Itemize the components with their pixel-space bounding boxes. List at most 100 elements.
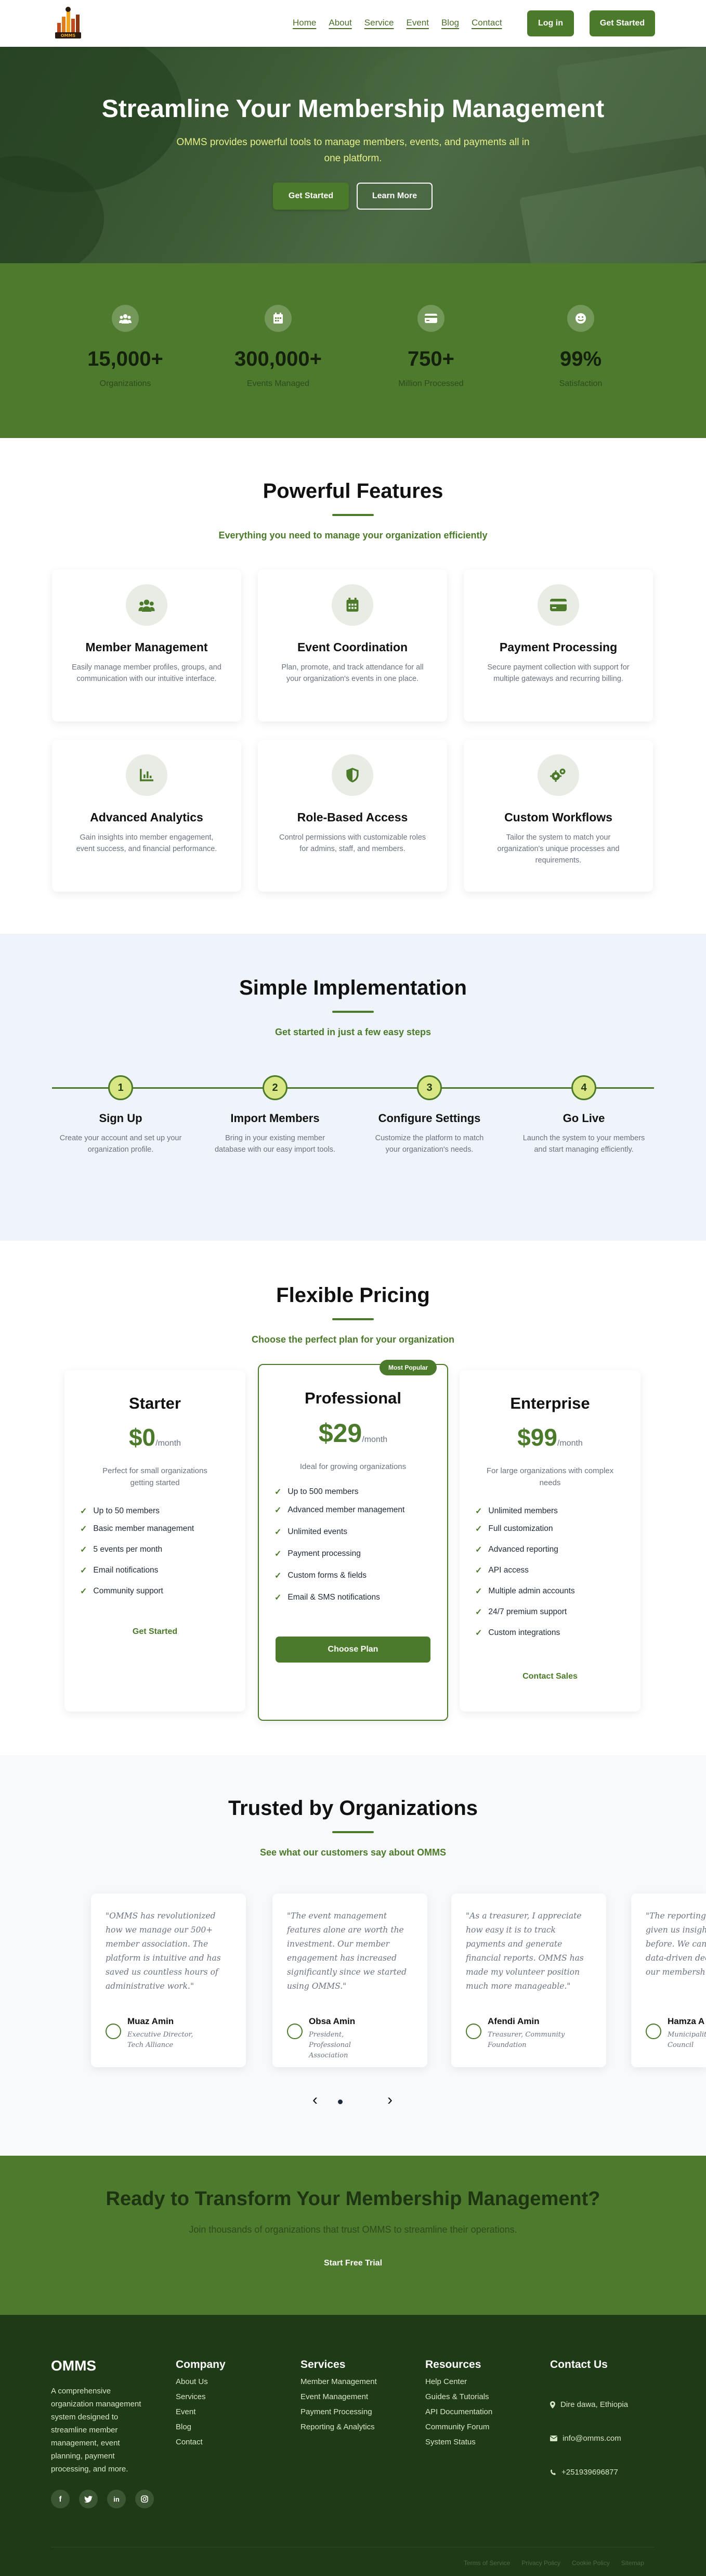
- step-1: 1 Sign Up Create your account and set up…: [58, 1075, 183, 1155]
- testimonial-card: "The event management features alone are…: [272, 1894, 427, 2067]
- login-button[interactable]: Log in: [527, 10, 574, 36]
- plan-name: Professional: [304, 1389, 402, 1407]
- step-title: Import Members: [230, 1112, 320, 1125]
- cookie-link[interactable]: Cookie Policy: [572, 2559, 610, 2567]
- cta-section: Ready to Transform Your Membership Manag…: [0, 2156, 706, 2315]
- plan-starter-button[interactable]: Get Started: [64, 1627, 245, 1637]
- step-title: Sign Up: [99, 1112, 142, 1125]
- facebook-icon[interactable]: f: [51, 2490, 70, 2508]
- calendar-icon: [265, 305, 292, 332]
- step-desc: Bring in your existing member database w…: [214, 1134, 336, 1154]
- sitemap-link[interactable]: Sitemap: [621, 2559, 644, 2567]
- terms-link[interactable]: Terms of Service: [464, 2559, 510, 2567]
- steps-divider: [332, 1011, 374, 1013]
- plan-feature: ✓ Up to 50 members: [80, 1506, 160, 1516]
- author-name: Obsa Amin: [309, 2016, 356, 2026]
- plan-feature: ✓ Community support: [80, 1587, 163, 1596]
- footer-link[interactable]: Payment Processing: [300, 2407, 377, 2416]
- check-icon: ✓: [475, 1587, 482, 1596]
- plan-feature: ✓ Email & SMS notifications: [274, 1593, 380, 1602]
- footer-link[interactable]: Reporting & Analytics: [300, 2423, 377, 2431]
- plan-feature: ✓ Unlimited events: [274, 1527, 347, 1537]
- footer-link[interactable]: Services: [176, 2392, 226, 2401]
- contact-sales-button[interactable]: Contact Sales: [460, 1672, 640, 1681]
- footer-link[interactable]: API Documentation: [425, 2407, 492, 2416]
- footer-about: A comprehensive organization management …: [51, 2387, 141, 2474]
- plan-card-enterprise: Enterprise $99/month For large organizat…: [460, 1370, 640, 1711]
- plan-price: $99: [517, 1424, 557, 1451]
- author-role: Treasurer, Community Foundation: [488, 2031, 565, 2049]
- logo-text: OMMS: [61, 33, 76, 38]
- step-number: 1: [108, 1075, 133, 1100]
- check-icon: ✓: [475, 1525, 482, 1534]
- footer-link[interactable]: Community Forum: [425, 2423, 492, 2431]
- cogs-icon: [538, 754, 579, 796]
- check-icon: ✓: [274, 1572, 282, 1580]
- phone-icon: [551, 2469, 556, 2475]
- footer-link[interactable]: Help Center: [425, 2377, 492, 2386]
- hero-learn-more-button[interactable]: Learn More: [357, 183, 433, 210]
- check-icon: ✓: [475, 1506, 482, 1516]
- carousel-dot[interactable]: [338, 2100, 343, 2104]
- testimonial-author: Afendi Amin Treasurer, Community Foundati…: [466, 2016, 566, 2051]
- carousel-prev-button[interactable]: ‹: [309, 2092, 321, 2108]
- footer-heading: Services: [300, 2359, 346, 2371]
- step-4: 4 Go Live Launch the system to your memb…: [521, 1075, 646, 1155]
- plan-period: /month: [155, 1439, 181, 1448]
- cta-title: Ready to Transform Your Membership Manag…: [106, 2188, 600, 2210]
- features-subtitle: Everything you need to manage your organ…: [218, 530, 488, 540]
- nav-link-home[interactable]: Home: [293, 18, 316, 28]
- feature-card-event-coordination: Event Coordination Plan, promote, and tr…: [258, 570, 447, 722]
- feature-desc: Gain insights into member engagement, ev…: [76, 833, 217, 853]
- nav-link-service[interactable]: Service: [364, 18, 394, 28]
- instagram-icon[interactable]: [135, 2490, 154, 2508]
- nav-get-started-button[interactable]: Get Started: [590, 10, 655, 36]
- plan-feature: ✓ Advanced reporting: [475, 1545, 558, 1554]
- nav-link-event[interactable]: Event: [406, 18, 428, 28]
- linkedin-icon[interactable]: in: [107, 2490, 126, 2508]
- stat-label: Million Processed: [398, 379, 464, 388]
- step-number: 2: [263, 1075, 287, 1100]
- nav-link-contact[interactable]: Contact: [472, 18, 502, 28]
- step-3: 3 Configure Settings Customize the platf…: [367, 1075, 492, 1155]
- privacy-link[interactable]: Privacy Policy: [521, 2559, 560, 2567]
- feature-card-custom-workflows: Custom Workflows Tailor the system to ma…: [464, 740, 653, 892]
- plan-feature: ✓ Custom forms & fields: [274, 1571, 367, 1580]
- footer-link[interactable]: System Status: [425, 2438, 492, 2446]
- feature-title: Payment Processing: [499, 640, 618, 654]
- twitter-icon[interactable]: [79, 2490, 98, 2508]
- testimonial-card: "OMMS has revolutionized how we manage o…: [91, 1894, 246, 2067]
- carousel-next-button[interactable]: ›: [384, 2092, 396, 2108]
- nav-link-about[interactable]: About: [329, 18, 351, 28]
- footer-email[interactable]: info@omms.com: [550, 2434, 628, 2443]
- plan-feature: ✓ Basic member management: [80, 1524, 194, 1534]
- footer-resources-column: Resources Help Center Guides & Tutorials…: [425, 2359, 492, 2446]
- stat-label: Events Managed: [246, 379, 310, 388]
- hero-get-started-button[interactable]: Get Started: [273, 183, 349, 210]
- avatar: [287, 2024, 303, 2039]
- feature-title: Role-Based Access: [297, 810, 408, 824]
- feature-card-role-based-access: Role-Based Access Control permissions wi…: [258, 740, 447, 892]
- footer-link[interactable]: Blog: [176, 2423, 226, 2431]
- logo[interactable]: OMMS: [54, 5, 82, 41]
- nav-link-blog[interactable]: Blog: [441, 18, 459, 28]
- feature-desc: Easily manage member profiles, groups, a…: [72, 663, 221, 683]
- footer-link[interactable]: Event: [176, 2407, 226, 2416]
- footer-services-column: Services Member Management Event Managem…: [300, 2359, 377, 2431]
- footer-company-column: Company About Us Services Event Blog Con…: [176, 2359, 226, 2446]
- footer-link[interactable]: Contact: [176, 2438, 226, 2446]
- feature-desc: Plan, promote, and track attendance for …: [281, 663, 424, 683]
- footer-link[interactable]: About Us: [176, 2377, 226, 2386]
- plan-feature: ✓ Email notifications: [80, 1566, 159, 1575]
- calendar-icon: [332, 584, 373, 626]
- footer-phone[interactable]: +251939696877: [550, 2468, 628, 2477]
- check-icon: ✓: [475, 1608, 482, 1617]
- choose-plan-button[interactable]: Choose Plan: [276, 1637, 430, 1663]
- check-icon: ✓: [274, 1528, 282, 1537]
- start-free-trial-button[interactable]: Start Free Trial: [0, 2259, 706, 2268]
- footer-link[interactable]: Guides & Tutorials: [425, 2392, 492, 2401]
- feature-desc: Tailor the system to match your organiza…: [497, 833, 620, 865]
- plan-feature: ✓ Payment processing: [274, 1549, 361, 1559]
- footer-link[interactable]: Member Management: [300, 2377, 377, 2386]
- footer-link[interactable]: Event Management: [300, 2392, 377, 2401]
